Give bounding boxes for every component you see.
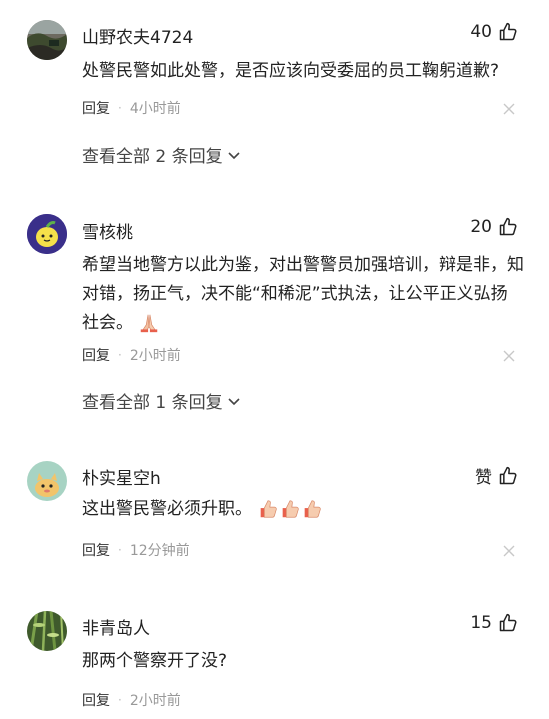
cartoon-cat-avatar-icon [27, 461, 67, 501]
avatar[interactable] [27, 214, 67, 254]
comment-text: 那两个警察开了没? [82, 651, 228, 671]
avatar[interactable] [27, 461, 67, 501]
close-icon [503, 545, 515, 557]
like-count: 赞 [475, 468, 492, 488]
comment-text: 希望当地警方以此为鉴，对出警警员加强培训，辩是非，知对错，扬正气，决不能“和稀泥… [82, 251, 524, 338]
like-count: 40 [470, 22, 492, 42]
like-button[interactable]: 20 [470, 217, 518, 237]
timestamp: 12分钟前 [129, 543, 190, 559]
thumbs-up-icon [499, 466, 517, 484]
dismiss-button[interactable] [503, 350, 515, 362]
timestamp: 4小时前 [129, 101, 181, 117]
view-all-replies-button[interactable]: 查看全部 2 条回复 [82, 142, 241, 167]
separator-dot: · [118, 543, 122, 557]
close-icon [503, 103, 515, 115]
comment-meta: 回复 · 4小时前 [82, 98, 181, 118]
timestamp: 2小时前 [129, 693, 181, 709]
comment-text: 这出警民警必须升职。 [82, 495, 522, 524]
praying-hands-icon [141, 314, 158, 333]
separator-dot: · [118, 693, 122, 707]
thumbs-up-icon [499, 613, 517, 632]
comment-meta: 回复 · 2小时前 [82, 690, 181, 710]
timestamp: 2小时前 [129, 348, 181, 364]
thumbs-up-icon [499, 217, 517, 236]
username[interactable]: 非青岛人 [82, 614, 150, 639]
dismiss-button[interactable] [503, 103, 515, 115]
avatar[interactable] [27, 611, 67, 651]
thumbs-up-emoji-icon [305, 500, 322, 518]
username[interactable]: 山野农夫4724 [82, 23, 193, 48]
reply-button[interactable]: 回复 [82, 98, 110, 118]
username[interactable]: 雪核桃 [82, 218, 133, 243]
reply-button[interactable]: 回复 [82, 345, 110, 365]
comment-text: 处警民警如此处警，是否应该向受委屈的员工鞠躬道歉? [82, 61, 500, 81]
thumbs-up-emoji-icon [283, 500, 300, 518]
like-count: 15 [470, 613, 492, 633]
view-all-replies-button[interactable]: 查看全部 1 条回复 [82, 388, 241, 413]
close-icon [503, 350, 515, 362]
thumbs-up-emoji [301, 498, 323, 520]
landscape-photo-avatar-icon [27, 20, 67, 60]
reply-button[interactable]: 回复 [82, 690, 110, 710]
view-all-replies-label: 查看全部 2 条回复 [82, 147, 223, 167]
comment-text-body: 这出警民警必须升职。 [82, 499, 252, 519]
praying-hands-emoji [138, 312, 160, 334]
like-count: 20 [470, 217, 492, 237]
separator-dot: · [118, 348, 122, 362]
chevron-down-icon [228, 151, 240, 159]
thumbs-up-emoji [257, 498, 279, 520]
separator-dot: · [118, 101, 122, 115]
chevron-down-icon [228, 397, 240, 405]
bamboo-photo-avatar-icon [27, 611, 67, 651]
thumbs-up-emoji [279, 498, 301, 520]
thumbs-up-icon [499, 22, 517, 41]
lemon-cartoon-avatar-icon [27, 214, 67, 254]
view-all-replies-label: 查看全部 1 条回复 [82, 393, 223, 413]
avatar[interactable] [27, 20, 67, 60]
like-button[interactable]: 40 [470, 22, 518, 42]
like-button[interactable]: 15 [470, 613, 518, 633]
comment-meta: 回复 · 2小时前 [82, 345, 181, 365]
thumbs-up-emoji-icon [261, 500, 278, 518]
comment-meta: 回复 · 12分钟前 [82, 540, 190, 560]
reply-button[interactable]: 回复 [82, 540, 110, 560]
like-button[interactable]: 赞 [475, 463, 518, 488]
dismiss-button[interactable] [503, 545, 515, 557]
username[interactable]: 朴实星空h [82, 464, 161, 489]
